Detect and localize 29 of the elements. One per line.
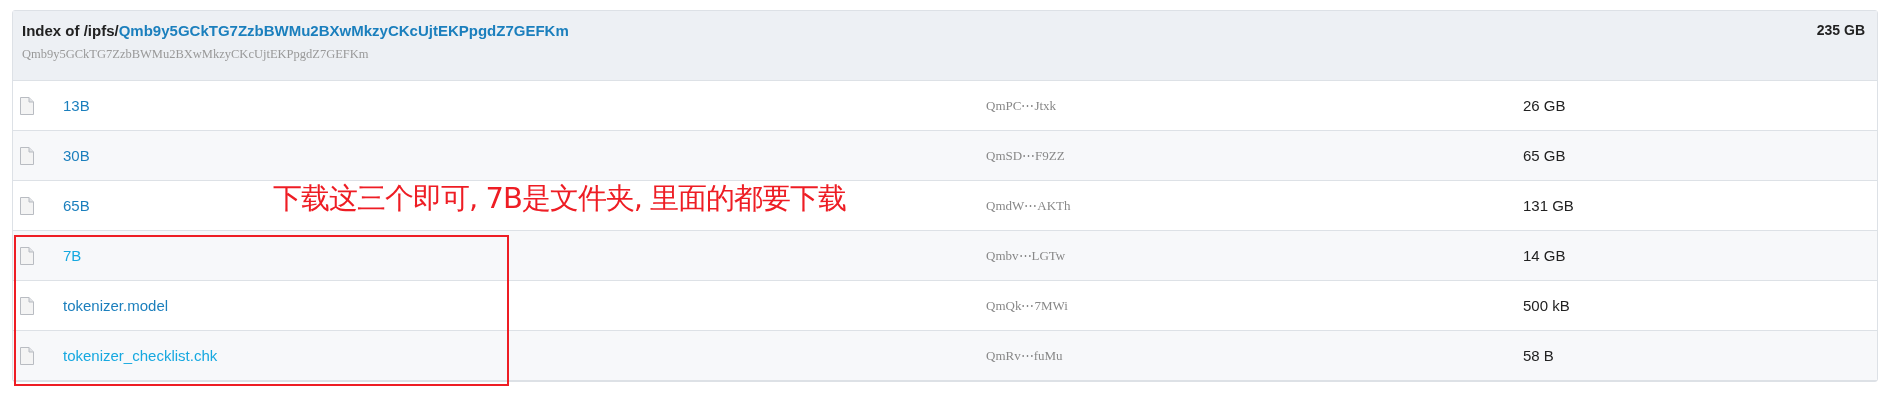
- file-size: 65 GB: [1523, 147, 1566, 164]
- file-link[interactable]: 7B: [63, 246, 82, 264]
- file-link[interactable]: tokenizer_checklist.chk: [63, 346, 218, 364]
- file-icon: [20, 296, 34, 315]
- annotation-text: 下载这三个即可, 7B是文件夹, 里面的都要下载: [273, 180, 847, 217]
- file-icon: [20, 146, 34, 165]
- file-link[interactable]: 13B: [63, 96, 90, 114]
- file-hash: QmdW⋯AKTh: [986, 197, 1072, 214]
- file-size: 58 B: [1523, 347, 1554, 364]
- file-size: 26 GB: [1523, 97, 1566, 114]
- file-link[interactable]: tokenizer.model: [63, 296, 169, 314]
- file-size: 500 kB: [1523, 297, 1570, 314]
- total-size: 235 GB: [1816, 21, 1865, 38]
- file-link[interactable]: 30B: [63, 146, 90, 164]
- file-size: 131 GB: [1523, 197, 1574, 214]
- file-hash: QmQk⋯7MWi: [986, 297, 1069, 314]
- file-icon: [20, 346, 34, 365]
- root-hash: Qmb9y5GCkTG7ZzbBWMu2BXwMkzyCKcUjtEKPpgdZ7GEFKm: [22, 47, 370, 62]
- file-icon: [20, 246, 34, 265]
- file-hash: QmRv⋯fuMu: [986, 347, 1064, 364]
- file-hash: QmSD⋯F9ZZ: [986, 147, 1066, 164]
- page-title: Index of /ipfs/Qmb9y5GCkTG7ZzbBWMu2BXwMkzyCKcUjtEKPpgdZ7GEFKm: [22, 22, 569, 39]
- file-icon: [20, 96, 34, 115]
- file-link[interactable]: 65B: [63, 196, 90, 214]
- file-hash: QmPC⋯Jtxk: [986, 97, 1058, 114]
- file-hash: Qmbv⋯LGTw: [986, 247, 1067, 264]
- file-icon: [20, 196, 34, 215]
- file-size: 14 GB: [1523, 247, 1566, 264]
- path-link[interactable]: Qmb9y5GCkTG7ZzbBWMu2BXwMkzyCKcUjtEKPpgdZ7GEFKm: [118, 22, 569, 39]
